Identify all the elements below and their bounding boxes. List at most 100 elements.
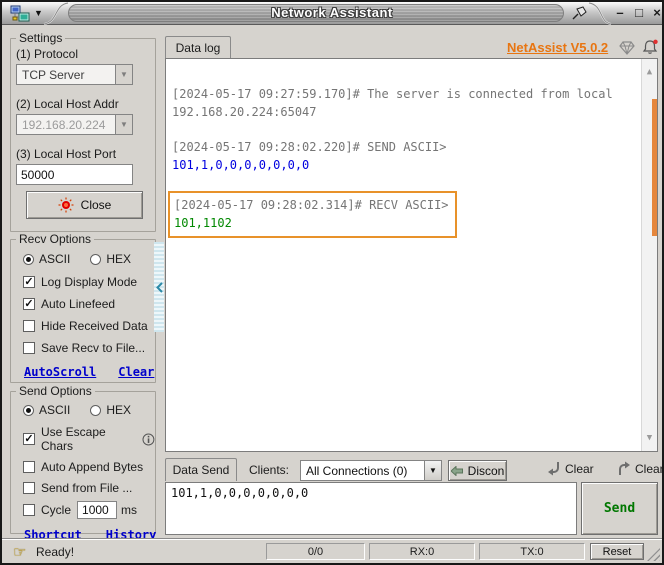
- ready-hand-icon: ☞: [13, 544, 27, 561]
- cycle-unit-label: ms: [121, 503, 138, 517]
- log-timestamp-line: [2024-05-17 09:27:59.170]# The server is…: [172, 87, 613, 101]
- checkbox-icon: [23, 320, 35, 332]
- checkbox-label: Auto Append Bytes: [41, 460, 144, 474]
- recv-options-title: Recv Options: [16, 232, 95, 246]
- minimize-button[interactable]: –: [611, 4, 629, 22]
- cycle-interval-input[interactable]: 1000: [77, 501, 118, 519]
- checkbox-label: Auto Linefeed: [41, 297, 116, 311]
- radio-icon: [23, 404, 34, 416]
- log-body-line: 101,1102: [174, 216, 232, 230]
- close-window-button[interactable]: ×: [648, 4, 662, 22]
- clients-select[interactable]: All Connections (0) ▼: [300, 460, 442, 481]
- scroll-down-icon[interactable]: ▼: [642, 429, 657, 447]
- close-connection-button[interactable]: Close: [26, 191, 143, 219]
- clients-label: Clients:: [249, 463, 290, 477]
- local-addr-select[interactable]: 192.168.20.224 ▼: [16, 114, 133, 135]
- left-arrow-icon: [450, 465, 463, 476]
- recv-options-group: Recv Options ASCII HEX ✓ Log Display Mod…: [10, 232, 156, 383]
- send-ascii-radio[interactable]: ASCII: [23, 403, 70, 417]
- local-addr-value: 192.168.20.224: [22, 117, 106, 132]
- protocol-select[interactable]: TCP Server ▼: [16, 64, 133, 85]
- checkbox-label: Save Recv to File...: [41, 341, 146, 355]
- log-body-line: 101,1,0,0,0,0,0,0,0: [172, 158, 310, 172]
- cycle-label: Cycle: [41, 503, 72, 517]
- chevron-down-icon[interactable]: ▼: [424, 461, 441, 480]
- autoscroll-link[interactable]: AutoScroll: [24, 365, 96, 379]
- settings-group-title: Settings: [16, 31, 66, 45]
- chevron-left-icon: [155, 281, 163, 293]
- recv-ascii-radio[interactable]: ASCII: [23, 252, 70, 266]
- scroll-up-icon[interactable]: ▲: [642, 63, 657, 81]
- checkbox-label: Send from File ...: [41, 481, 133, 495]
- radio-icon: [90, 253, 102, 265]
- app-window: ▼ Network Assistant – □ × Settings (1) P…: [0, 0, 664, 565]
- recv-ascii-label: ASCII: [39, 252, 71, 266]
- local-port-value: 50000: [21, 167, 55, 182]
- settings-group: Settings (1) Protocol TCP Server ▼ (2) L…: [10, 31, 156, 232]
- maximize-button[interactable]: □: [630, 4, 648, 22]
- info-icon[interactable]: [142, 433, 155, 446]
- reset-button-label: Reset: [602, 545, 632, 558]
- clear-recv-label: Clear: [565, 461, 594, 476]
- checkbox-icon: ✓: [23, 276, 35, 288]
- recv-clear-link[interactable]: Clear: [118, 365, 154, 379]
- send-hex-label: HEX: [106, 403, 132, 417]
- use-escape-chars-checkbox[interactable]: ✓ Use Escape Chars: [23, 425, 155, 453]
- log-timestamp-line: [2024-05-17 09:28:02.314]# RECV ASCII>: [174, 198, 449, 212]
- send-data-input[interactable]: 101,1,0,0,0,0,0,0,0: [165, 482, 577, 535]
- chevron-down-icon[interactable]: ▼: [115, 115, 132, 134]
- chevron-down-icon[interactable]: ▼: [115, 65, 132, 84]
- scroll-highlight-marker: [652, 99, 657, 236]
- send-hex-radio[interactable]: HEX: [90, 403, 131, 417]
- checkbox-label: Log Display Mode: [41, 275, 138, 289]
- clear-send-button[interactable]: Clear: [617, 461, 664, 476]
- netassist-version-link[interactable]: NetAssist V5.0.2: [507, 40, 608, 55]
- tab-data-log[interactable]: Data log: [165, 36, 231, 58]
- clear-recv-button[interactable]: Clear: [547, 461, 594, 476]
- gem-icon[interactable]: [619, 41, 635, 55]
- log-entry: [2024-05-17 09:28:02.220]# SEND ASCII> 1…: [172, 138, 635, 174]
- checkbox-icon: [23, 504, 35, 516]
- protocol-label: (1) Protocol: [16, 47, 79, 61]
- clear-send-label: Clear: [635, 461, 664, 476]
- cycle-interval-value: 1000: [82, 503, 109, 517]
- statusbar: ☞ Ready! 0/0 RX:0 TX:0 Reset: [2, 538, 662, 563]
- status-ready-text: Ready!: [36, 545, 75, 559]
- send-data-value: 101,1,0,0,0,0,0,0,0: [171, 486, 309, 500]
- auto-linefeed-checkbox[interactable]: ✓ Auto Linefeed: [23, 297, 155, 311]
- cycle-send-checkbox[interactable]: Cycle 1000 ms: [23, 501, 155, 519]
- save-recv-to-file-checkbox[interactable]: Save Recv to File...: [23, 341, 155, 355]
- data-log-view[interactable]: [2024-05-17 09:27:59.170]# The server is…: [165, 58, 658, 452]
- checkbox-label: Use Escape Chars: [41, 425, 106, 453]
- local-port-input[interactable]: 50000: [16, 164, 133, 185]
- pin-icon[interactable]: [571, 5, 589, 22]
- checkbox-icon: [23, 461, 35, 473]
- checkbox-icon: ✓: [23, 298, 35, 310]
- send-button[interactable]: Send: [581, 482, 658, 535]
- send-ascii-label: ASCII: [39, 403, 71, 417]
- log-display-mode-checkbox[interactable]: ✓ Log Display Mode: [23, 275, 155, 289]
- checkbox-icon: [23, 482, 35, 494]
- checkbox-icon: ✓: [23, 433, 35, 445]
- titlebar[interactable]: ▼ Network Assistant – □ ×: [2, 2, 662, 25]
- auto-append-bytes-checkbox[interactable]: Auto Append Bytes: [23, 460, 155, 474]
- radio-icon: [90, 404, 102, 416]
- log-content: [2024-05-17 09:27:59.170]# The server is…: [166, 59, 641, 451]
- recv-hex-radio[interactable]: HEX: [90, 252, 131, 266]
- log-entry-highlighted: [2024-05-17 09:28:02.314]# RECV ASCII> 1…: [168, 191, 457, 238]
- status-tx: TX:0: [479, 543, 585, 560]
- resize-grip[interactable]: [647, 548, 660, 561]
- status-counter: 0/0: [266, 543, 365, 560]
- send-from-file-checkbox[interactable]: Send from File ...: [23, 481, 155, 495]
- reset-button[interactable]: Reset: [590, 543, 644, 560]
- clients-value: All Connections (0): [306, 463, 408, 478]
- notification-bell-icon[interactable]: [642, 39, 659, 55]
- disconnect-button[interactable]: Discon: [448, 460, 507, 481]
- hide-received-data-checkbox[interactable]: Hide Received Data: [23, 319, 155, 333]
- log-entry: [2024-05-17 09:27:59.170]# The server is…: [172, 85, 635, 121]
- discon-button-label: Discon: [467, 463, 505, 478]
- panel-collapse-splitter[interactable]: [154, 242, 164, 332]
- tab-data-send[interactable]: Data Send: [165, 458, 237, 481]
- tab-data-log-label: Data log: [175, 40, 221, 55]
- send-options-title: Send Options: [16, 384, 95, 398]
